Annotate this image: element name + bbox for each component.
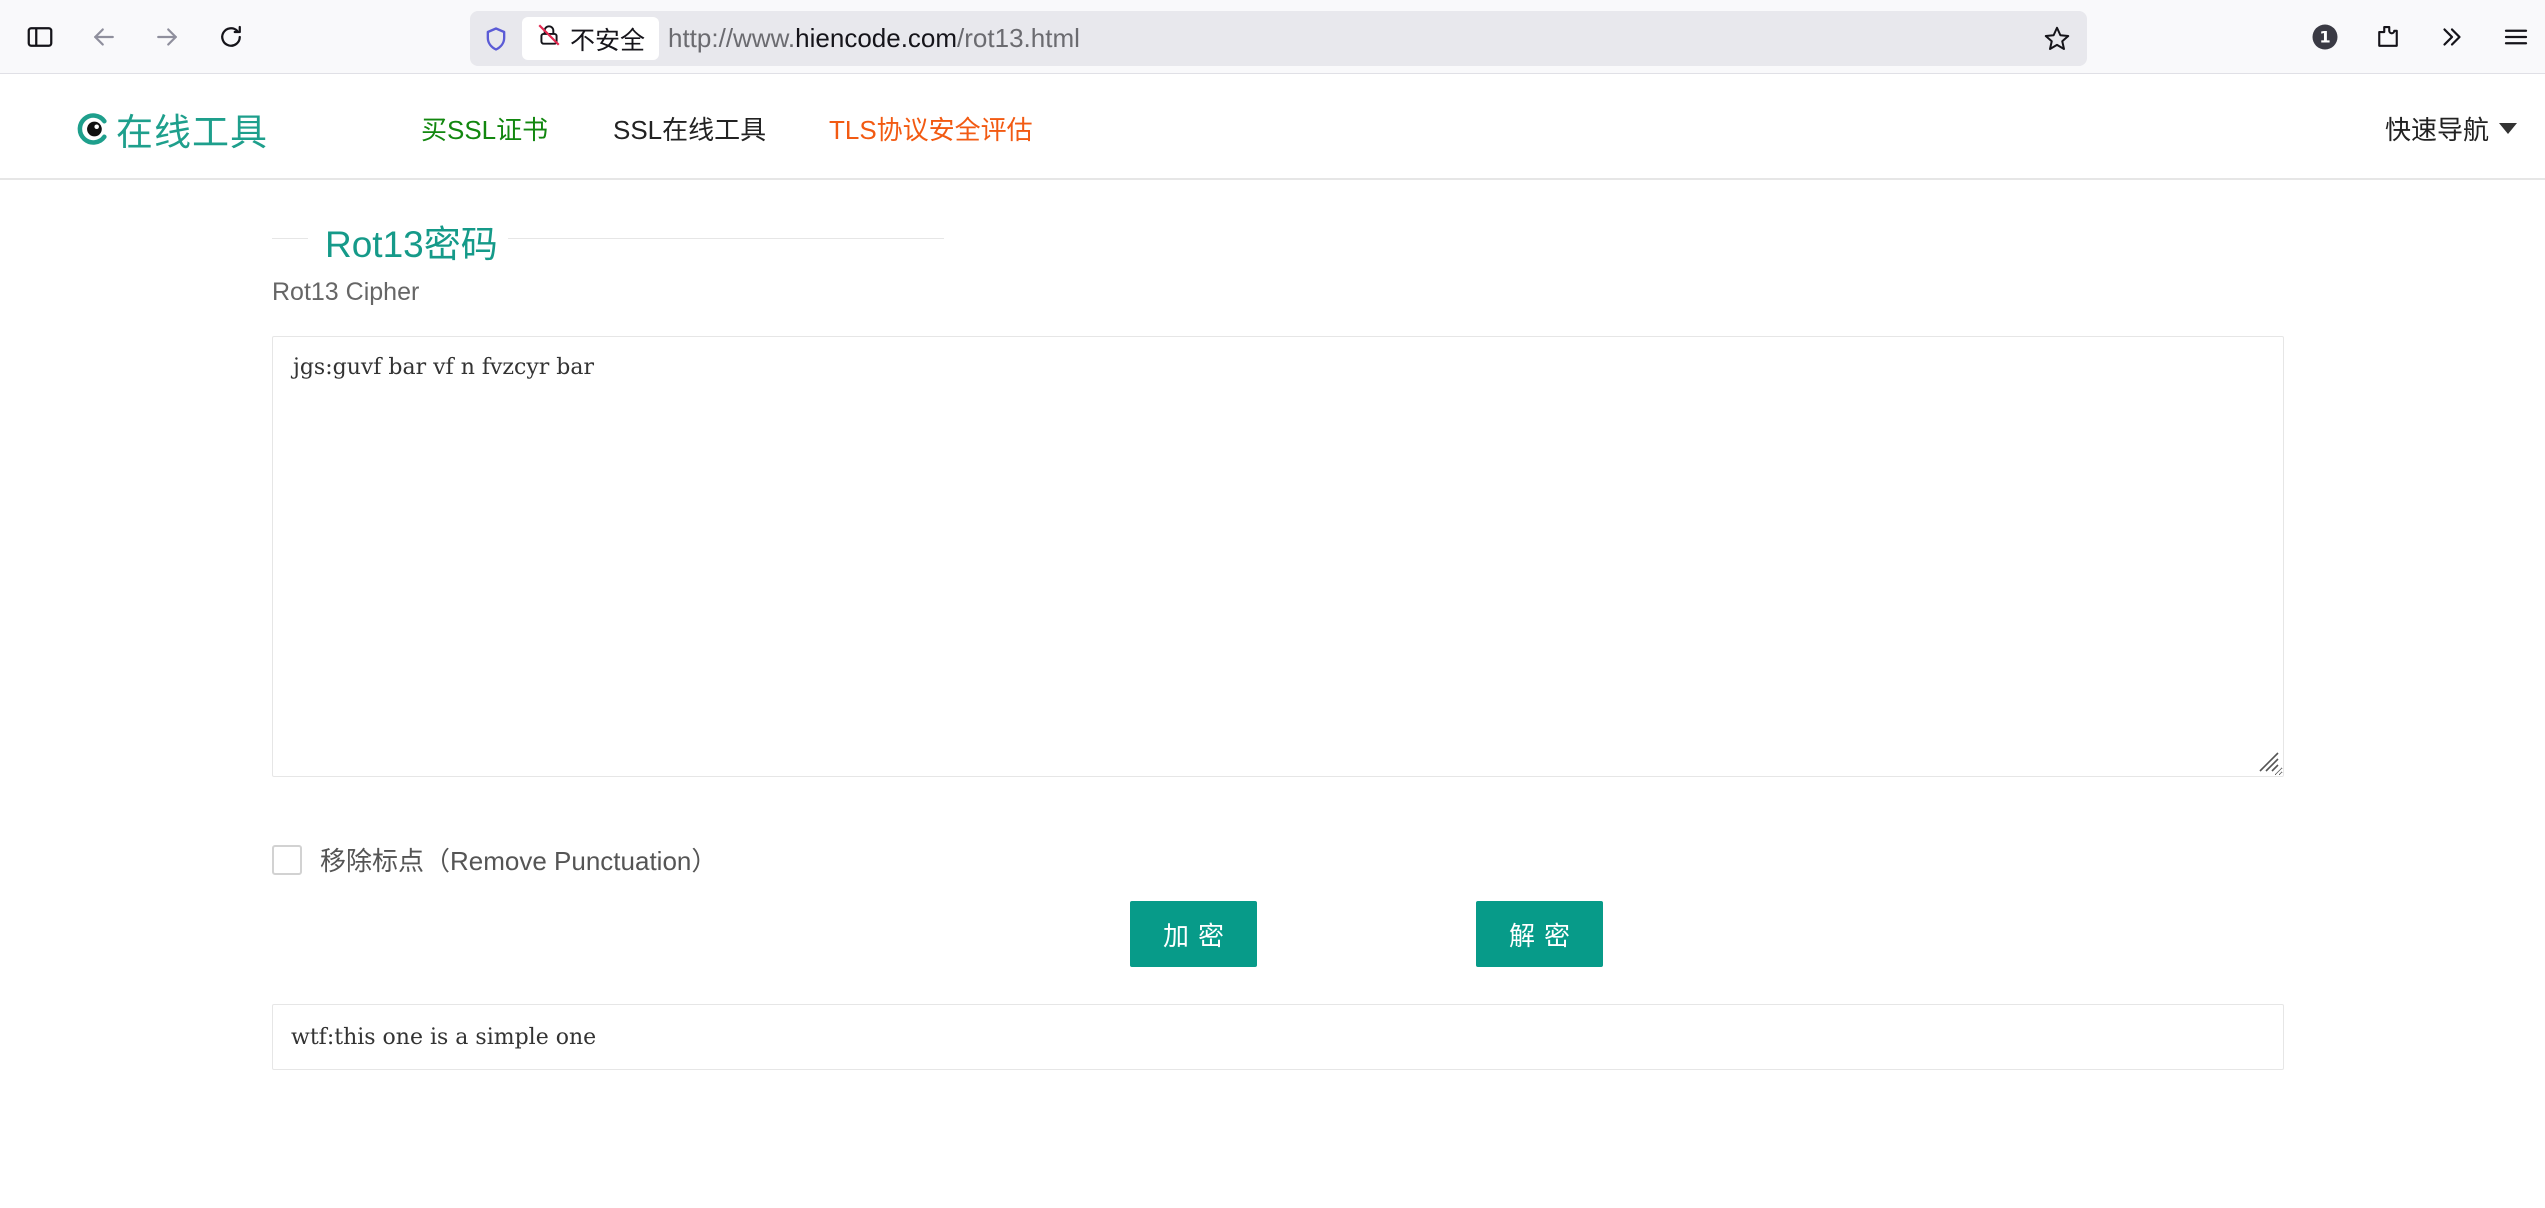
url-text[interactable]: http://www. hiencode.com/rot13.html (668, 11, 1080, 66)
bookmark-star-icon[interactable] (2039, 21, 2075, 57)
nav-tls-assessment[interactable]: TLS协议安全评估 (829, 110, 1033, 147)
output-text: wtf:this one is a simple one (291, 1024, 597, 1050)
title-divider-right (508, 238, 944, 239)
address-bar[interactable]: 不安全 http://www. hiencode.com/rot13.html (470, 11, 2087, 66)
site-logo[interactable]: 在线工具 (76, 102, 268, 156)
title-divider-left (272, 238, 308, 239)
overflow-icon[interactable] (2432, 17, 2472, 57)
encrypt-button[interactable]: 加密 (1130, 901, 1257, 967)
security-label: 不安全 (570, 26, 646, 55)
extension-badge: 1 (2319, 28, 2330, 47)
shield-icon[interactable] (480, 23, 512, 55)
nav-ssl-tools[interactable]: SSL在线工具 (613, 110, 766, 147)
logo-text: 在线工具 (116, 112, 268, 153)
cipher-input[interactable]: jgs:guvf bar vf n fvzcyr bar (272, 336, 2284, 777)
back-icon[interactable] (84, 17, 124, 57)
sidebar-icon[interactable] (20, 17, 60, 57)
menu-icon[interactable] (2496, 17, 2536, 57)
remove-punctuation-label: 移除标点（Remove Punctuation） (320, 846, 718, 876)
section-title: Rot13密码 (272, 214, 944, 265)
forward-icon[interactable] (147, 17, 187, 57)
security-indicator[interactable]: 不安全 (522, 17, 660, 60)
extensions-icon[interactable] (2368, 17, 2408, 57)
site-header: 在线工具 买SSL证书 SSL在线工具 TLS协议安全评估 快速导航 (0, 74, 2545, 180)
logo-eye-icon (77, 113, 107, 145)
page-title: Rot13密码 (325, 224, 498, 265)
cipher-output[interactable]: wtf:this one is a simple one (272, 1004, 2284, 1070)
insecure-lock-icon (536, 22, 562, 55)
account-badge-icon[interactable]: 1 (2305, 17, 2345, 57)
decrypt-button[interactable]: 解密 (1476, 901, 1603, 967)
quick-nav-dropdown[interactable]: 快速导航 (2385, 110, 2517, 147)
quick-nav-label: 快速导航 (2384, 115, 2489, 145)
page-subtitle: Rot13 Cipher (272, 278, 420, 306)
browser-toolbar: 不安全 http://www. hiencode.com/rot13.html 1 (0, 0, 2545, 74)
reload-icon[interactable] (211, 17, 251, 57)
caret-down-icon (2499, 123, 2517, 134)
nav-buy-ssl[interactable]: 买SSL证书 (421, 110, 548, 147)
remove-punctuation-option[interactable]: 移除标点（Remove Punctuation） (272, 841, 717, 878)
remove-punctuation-checkbox[interactable] (272, 844, 302, 875)
